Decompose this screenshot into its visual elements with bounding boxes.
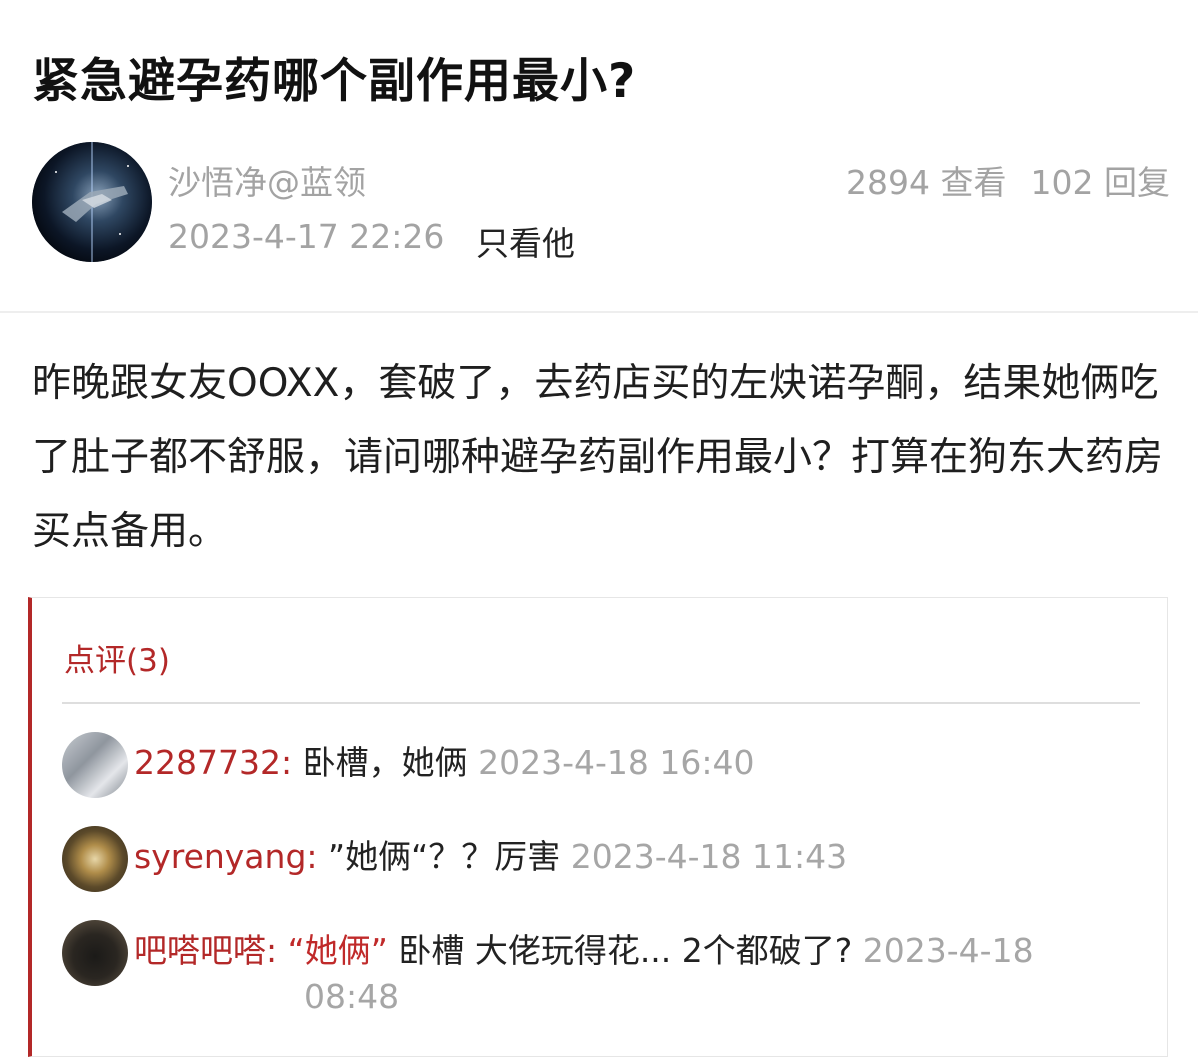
comment-content: 卧槽 大佬玩得花... 2个都破了? [398,931,853,970]
comment-avatar[interactable] [62,732,128,798]
only-view-author-link[interactable]: 只看他 [476,217,575,265]
post-title: 紧急避孕药哪个副作用最小? [32,54,637,109]
comment-time: 2023-4-18 [862,931,1034,970]
comments-header: 点评(3) [64,643,170,679]
comment-quote: “她俩” [287,931,388,970]
author-name[interactable]: 沙悟净@蓝领 [168,156,366,204]
reply-count: 102 回复 [1030,163,1170,202]
comment-username[interactable]: 吧嗒吧嗒: [134,931,277,970]
comment-text: 2287732: 卧槽，她俩 2023-4-18 16:40 [134,735,754,791]
comments-divider [62,702,1140,704]
comment-content: ”她俩“？？厉害 [328,837,561,876]
post-date: 2023-4-17 22:26 [168,217,445,256]
post-page: 紧急避孕药哪个副作用最小? 沙悟净@蓝领 2023-4-17 22:26 只看他… [0,0,1198,1057]
comment-text: syrenyang: ”她俩“？？厉害 2023-4-18 11:43 [134,829,847,885]
comment-time: 2023-4-18 16:40 [478,743,755,782]
header-divider [0,311,1198,313]
post-stats: 2894 查看 102 回复 [846,156,1170,204]
comment-avatar[interactable] [62,920,128,986]
author-avatar[interactable] [32,142,152,262]
post-body: 昨晚跟女友OOXX，套破了，去药店买的左炔诺孕酮，结果她俩吃了肚子都不舒服，请问… [32,361,1164,554]
comment-username[interactable]: 2287732: [134,743,292,782]
spaceship-image-icon [32,142,152,262]
comment-avatar[interactable] [62,826,128,892]
comment-time: 2023-4-18 11:43 [570,837,848,876]
comments-panel: 点评(3) 2287732: 卧槽，她俩 2023-4-18 16:40 syr… [28,597,1168,1057]
comment-content: 卧槽，她俩 [302,743,468,782]
view-count: 2894 查看 [846,163,1007,202]
comment-time-continued: 08:48 [304,977,400,1016]
comment-text: 吧嗒吧嗒: “她俩” 卧槽 大佬玩得花... 2个都破了? 2023-4-18 [134,923,1034,979]
comment-username[interactable]: syrenyang: [134,837,318,876]
